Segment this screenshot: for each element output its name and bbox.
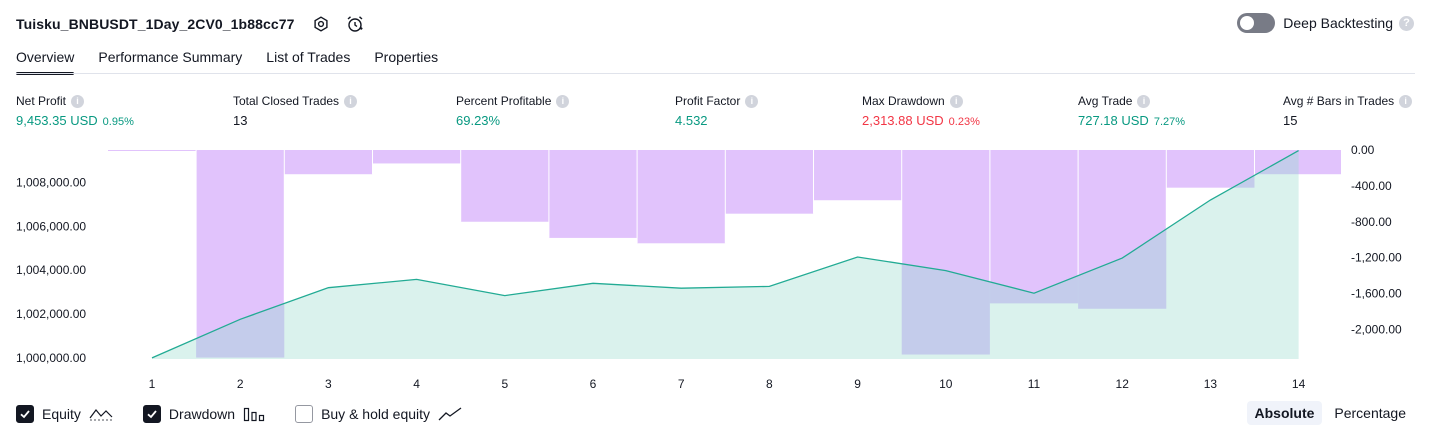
buy-hold-line-icon xyxy=(438,407,462,421)
right-tick-label: -1,600.00 xyxy=(1351,287,1402,301)
metric-percent: 0.95% xyxy=(102,116,134,128)
drawdown-bar-3 xyxy=(284,150,373,175)
legend-drawdown[interactable]: Drawdown xyxy=(142,405,265,423)
info-icon[interactable]: i xyxy=(71,94,85,108)
metric-label: Net Profit xyxy=(16,94,67,108)
metric-value: 15 xyxy=(1283,113,1298,128)
drawdown-bar-7 xyxy=(637,150,726,244)
drawdown-bar-1 xyxy=(108,150,197,151)
metric-label: Avg # Bars in Trades xyxy=(1283,94,1395,108)
strategy-title: Tuisku_BNBUSDT_1Day_2CV0_1b88cc77 xyxy=(16,16,295,32)
metric-avg-trade: Avg Trade i 727.18 USD 7.27% xyxy=(1078,93,1185,129)
x-tick-label: 1 xyxy=(149,377,156,391)
info-icon[interactable]: i xyxy=(1399,94,1413,108)
view-mode-switch: Absolute Percentage xyxy=(1243,401,1415,425)
toggle-knob xyxy=(1240,16,1255,30)
x-axis: 1 2 3 4 5 6 7 8 9 10 11 12 13 14 xyxy=(149,377,1306,391)
absolute-mode-button[interactable]: Absolute xyxy=(1246,401,1323,425)
left-tick-label: 1,006,000.00 xyxy=(16,219,86,233)
x-tick-label: 7 xyxy=(678,377,685,391)
left-tick-label: 1,002,000.00 xyxy=(16,307,86,321)
deep-backtesting: Deep Backtesting ? xyxy=(1237,13,1414,33)
equity-line-icon xyxy=(89,407,113,421)
metric-net-profit: Net Profit i 9,453.35 USD 0.95% xyxy=(16,93,134,129)
x-tick-label: 8 xyxy=(766,377,773,391)
drawdown-bar-6 xyxy=(548,150,638,238)
help-icon[interactable]: ? xyxy=(1399,15,1414,31)
x-tick-label: 3 xyxy=(325,377,332,391)
info-icon[interactable]: i xyxy=(556,94,570,108)
metric-label: Total Closed Trades xyxy=(233,94,340,108)
metric-percent: 7.27% xyxy=(1153,116,1186,128)
metric-value: 69.23% xyxy=(456,113,501,128)
drawdown-bar-9 xyxy=(813,150,902,201)
legend-label: Equity xyxy=(42,406,81,422)
left-tick-label: 1,000,000.00 xyxy=(16,351,86,365)
metric-percent: 0.23% xyxy=(948,116,980,128)
right-axis: 0.00 -400.00 -800.00 -1,200.00 -1,600.00 -2,0… xyxy=(1351,143,1402,336)
left-tick-label: 1,004,000.00 xyxy=(16,263,86,277)
report-tabs: Overview Performance Summary List of Tra… xyxy=(16,48,462,76)
legend-label: Buy & hold equity xyxy=(321,406,431,422)
tab-properties[interactable]: Properties xyxy=(374,48,438,76)
drawdown-bar-5 xyxy=(460,150,549,222)
deep-backtesting-toggle[interactable] xyxy=(1237,13,1276,33)
tab-list-of-trades[interactable]: List of Trades xyxy=(266,48,350,76)
drawdown-bars-icon xyxy=(243,406,265,422)
right-tick-label: -400.00 xyxy=(1351,179,1392,193)
metric-value: 727.18 USD xyxy=(1078,113,1149,128)
metric-value: 2,313.88 USD xyxy=(862,113,944,128)
x-tick-label: 14 xyxy=(1292,377,1306,391)
metric-avg-bars: Avg # Bars in Trades i 15 xyxy=(1283,93,1413,129)
percentage-mode-button[interactable]: Percentage xyxy=(1326,401,1414,425)
alarm-icon[interactable] xyxy=(345,14,365,34)
drawdown-checkbox[interactable] xyxy=(142,405,161,423)
deep-backtesting-label: Deep Backtesting xyxy=(1283,15,1393,31)
info-icon[interactable]: i xyxy=(745,94,759,108)
right-tick-label: -2,000.00 xyxy=(1351,322,1402,336)
right-tick-label: 0.00 xyxy=(1351,143,1375,157)
left-tick-label: 1,008,000.00 xyxy=(16,175,86,189)
metric-label: Max Drawdown xyxy=(862,94,945,108)
equity-checkbox[interactable] xyxy=(16,405,34,423)
tab-performance-summary[interactable]: Performance Summary xyxy=(98,48,242,76)
metric-label: Avg Trade xyxy=(1078,94,1133,108)
settings-icon[interactable] xyxy=(311,14,331,34)
equity-drawdown-chart[interactable]: 1,000,000.00 1,002,000.00 1,004,000.00 1,00… xyxy=(0,140,1431,396)
x-tick-label: 11 xyxy=(1028,377,1041,391)
info-icon[interactable]: i xyxy=(949,94,963,108)
info-icon[interactable]: i xyxy=(1137,94,1151,108)
metric-value: 9,453.35 USD xyxy=(16,113,98,128)
legend-label: Drawdown xyxy=(168,406,236,422)
report-header: Tuisku_BNBUSDT_1Day_2CV0_1b88cc77 xyxy=(16,12,365,36)
left-axis: 1,000,000.00 1,002,000.00 1,004,000.00 1,00… xyxy=(16,175,86,364)
buy-hold-checkbox[interactable] xyxy=(295,405,314,423)
legend-buy-hold[interactable]: Buy & hold equity xyxy=(295,405,462,423)
metric-max-drawdown: Max Drawdown i 2,313.88 USD 0.23% xyxy=(862,93,980,129)
tab-overview[interactable]: Overview xyxy=(16,48,75,76)
x-tick-label: 10 xyxy=(939,377,953,391)
drawdown-bar-8 xyxy=(725,150,814,214)
metric-percent-profitable: Percent Profitable i 69.23% xyxy=(456,93,570,129)
info-icon[interactable]: i xyxy=(344,94,358,108)
x-tick-label: 12 xyxy=(1116,377,1130,391)
x-tick-label: 2 xyxy=(237,377,244,391)
metric-total-closed-trades: Total Closed Trades i 13 xyxy=(233,93,358,129)
x-tick-label: 5 xyxy=(501,377,508,391)
legend-equity[interactable]: Equity xyxy=(16,405,113,423)
x-tick-label: 13 xyxy=(1204,377,1218,391)
metric-value: 4.532 xyxy=(675,113,708,128)
right-tick-label: -800.00 xyxy=(1351,215,1392,229)
drawdown-bar-4 xyxy=(372,150,461,164)
metric-label: Profit Factor xyxy=(675,94,741,108)
metric-label: Percent Profitable xyxy=(456,94,552,108)
x-tick-label: 9 xyxy=(854,377,861,391)
x-tick-label: 6 xyxy=(590,377,597,391)
metric-value: 13 xyxy=(233,113,248,128)
tabs-divider xyxy=(16,73,1415,74)
x-tick-label: 4 xyxy=(413,377,420,391)
metric-profit-factor: Profit Factor i 4.532 xyxy=(675,93,759,129)
right-tick-label: -1,200.00 xyxy=(1351,251,1402,265)
chart-legend: Equity Drawdown Buy & hold equity xyxy=(16,403,492,425)
